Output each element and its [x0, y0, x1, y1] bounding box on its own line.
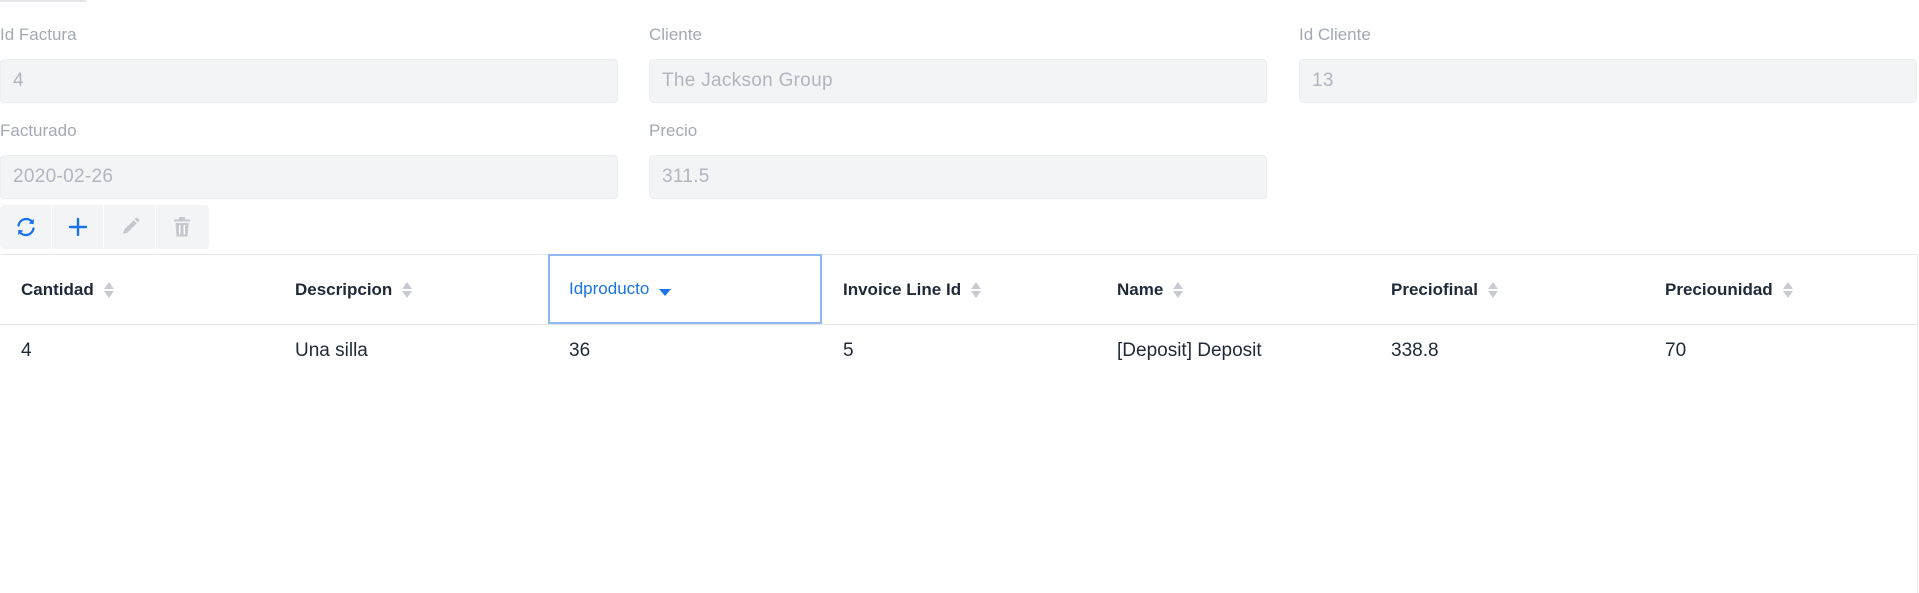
facturado-input[interactable]: 2020-02-26 — [0, 155, 618, 199]
precio-input[interactable]: 311.5 — [649, 155, 1267, 199]
col-header-name[interactable]: Name — [1096, 255, 1370, 324]
facturado-label: Facturado — [0, 121, 77, 140]
grid-header: Cantidad Descripcion Idproducto Invoice … — [0, 254, 1917, 325]
sort-icon — [1782, 281, 1794, 299]
sort-icon — [971, 281, 982, 299]
id-factura-label: Id Factura — [0, 25, 77, 44]
col-header-invoice-line-id[interactable]: Invoice Line Id — [822, 255, 1096, 324]
sort-icon — [402, 281, 413, 299]
id-cliente-label: Id Cliente — [1299, 25, 1371, 44]
top-accent-line — [0, 0, 86, 2]
sort-icon — [1487, 281, 1499, 299]
col-header-cantidad[interactable]: Cantidad — [0, 255, 274, 324]
field-id-factura: Id Factura 4 — [0, 25, 618, 103]
field-id-cliente: Id Cliente 13 — [1299, 25, 1917, 103]
col-header-label: Preciofinal — [1391, 279, 1478, 299]
cell-invoice-line-id: 5 — [843, 340, 854, 361]
col-header-descripcion[interactable]: Descripcion — [274, 255, 548, 324]
field-precio: Precio 311.5 — [649, 121, 1267, 199]
refresh-icon — [16, 217, 35, 237]
cell-name: [Deposit] Deposit — [1117, 340, 1262, 361]
col-header-label: Idproducto — [569, 279, 650, 298]
sort-desc-icon — [659, 288, 672, 296]
col-header-label: Preciounidad — [1665, 279, 1773, 299]
cell-preciounidad: 70 — [1665, 340, 1687, 361]
precio-label: Precio — [649, 121, 698, 140]
id-factura-input[interactable]: 4 — [0, 59, 618, 103]
col-header-label: Name — [1117, 279, 1164, 299]
trash-icon — [174, 217, 190, 237]
sort-icon — [103, 281, 115, 299]
col-header-label: Descripcion — [295, 279, 393, 299]
col-header-idproducto[interactable]: Idproducto — [548, 254, 822, 324]
cell-preciofinal: 338.8 — [1391, 340, 1439, 361]
col-header-preciounidad[interactable]: Preciounidad — [1644, 255, 1916, 324]
cell-cantidad: 4 — [21, 340, 32, 361]
field-facturado: Facturado 2020-02-26 — [0, 121, 618, 199]
col-header-label: Invoice Line Id — [843, 279, 962, 299]
invoice-lines-grid: Cantidad Descripcion Idproducto Invoice … — [0, 254, 1918, 593]
col-header-preciofinal[interactable]: Preciofinal — [1370, 255, 1644, 324]
field-cliente: Cliente The Jackson Group — [649, 25, 1267, 103]
pencil-icon — [122, 217, 139, 234]
edit-button[interactable] — [104, 205, 156, 249]
cliente-label: Cliente — [649, 25, 702, 44]
plus-icon — [68, 217, 87, 237]
add-button[interactable] — [52, 205, 104, 249]
sort-icon — [1173, 281, 1184, 299]
col-header-label: Cantidad — [21, 279, 94, 299]
cell-idproducto: 36 — [569, 340, 591, 361]
refresh-button[interactable] — [0, 205, 52, 249]
cliente-input[interactable]: The Jackson Group — [649, 59, 1267, 103]
grid-toolbar — [0, 205, 209, 249]
delete-button[interactable] — [156, 205, 208, 249]
id-cliente-input[interactable]: 13 — [1299, 59, 1917, 103]
cell-descripcion: Una silla — [295, 340, 368, 361]
